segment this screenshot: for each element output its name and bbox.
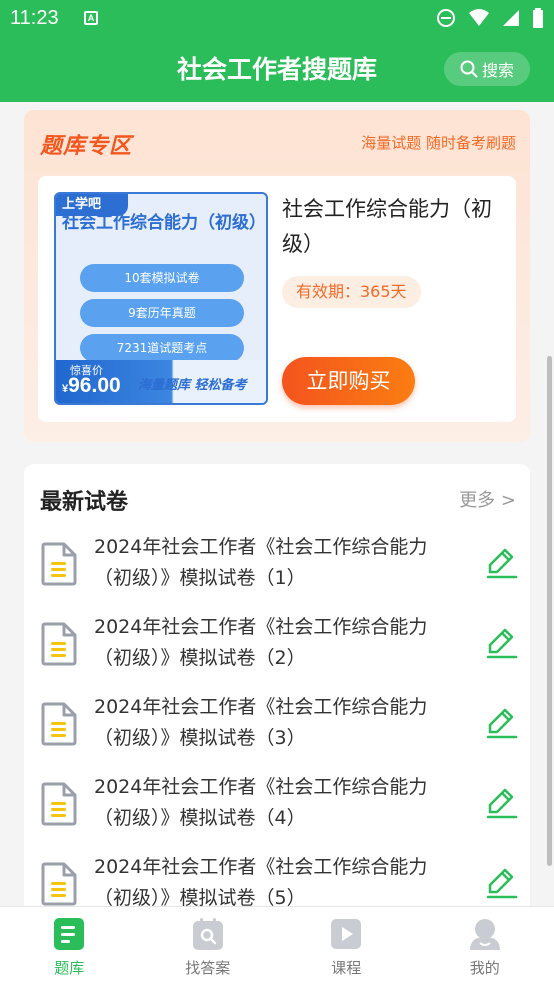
edit-pencil-icon[interactable]	[486, 706, 518, 744]
edit-pencil-icon[interactable]	[486, 546, 518, 584]
paper-row[interactable]: 2024年社会工作者《社会工作综合能力（初级）》模拟试卷（2）	[24, 612, 530, 692]
cover-feature: 9套历年真题	[80, 299, 244, 327]
more-link[interactable]: 更多 >	[459, 486, 516, 512]
paper-row[interactable]: 2024年社会工作者《社会工作综合能力（初级）》模拟试卷（1）	[24, 532, 530, 612]
section-title: 最新试卷	[40, 490, 129, 515]
question-bank-icon	[54, 918, 85, 950]
cover-feature: 7231道试题考点	[80, 334, 244, 362]
scrollbar[interactable]	[547, 356, 552, 866]
edit-pencil-icon[interactable]	[486, 866, 518, 904]
nav-item-question-bank[interactable]: 题库	[0, 907, 139, 984]
nav-label: 找答案	[185, 959, 231, 977]
validity-badge: 有效期：365天	[282, 276, 421, 308]
product-card[interactable]: 上学吧 社会工作综合能力（初级） 10套模拟试卷 9套历年真题 7231道试题考…	[38, 176, 516, 422]
wifi-icon	[469, 9, 489, 26]
cover-feature: 10套模拟试卷	[80, 264, 244, 292]
search-button[interactable]: 搜索	[444, 52, 530, 86]
cover-price-banner: 惊喜价 ¥96.00 海量题库 轻松备考	[56, 360, 266, 403]
app-header: 11:23 A 社会工作者搜题库 搜索	[0, 0, 554, 102]
edit-pencil-icon[interactable]	[486, 786, 518, 824]
course-play-icon	[331, 919, 362, 949]
nav-label: 课程	[331, 959, 362, 977]
bottom-nav: 题库 找答案 课程 我的	[0, 906, 554, 984]
product-name: 社会工作综合能力（初级）	[282, 197, 492, 256]
nav-item-find-answer[interactable]: 找答案	[139, 907, 278, 984]
status-time: 11:23	[10, 7, 59, 29]
document-icon	[40, 542, 78, 590]
paper-title[interactable]: 2024年社会工作者《社会工作综合能力（初级）》模拟试卷（3）	[94, 692, 454, 754]
paper-title[interactable]: 2024年社会工作者《社会工作综合能力（初级）》模拟试卷（2）	[94, 612, 454, 674]
battery-icon	[533, 8, 543, 28]
find-answer-icon	[192, 918, 223, 950]
cover-title: 社会工作综合能力（初级）	[62, 213, 266, 233]
nav-label: 我的	[469, 959, 500, 977]
product-cover[interactable]: 上学吧 社会工作综合能力（初级） 10套模拟试卷 9套历年真题 7231道试题考…	[54, 192, 268, 405]
nav-item-profile[interactable]: 我的	[416, 907, 554, 984]
cover-price: ¥96.00	[62, 374, 121, 397]
paper-title[interactable]: 2024年社会工作者《社会工作综合能力（初级）》模拟试卷（5）	[94, 852, 454, 914]
status-icons	[436, 8, 544, 28]
latest-papers-section: 最新试卷 更多 > 2024年社会工作者《社会工作综合能力（初级）》模拟试卷（1…	[24, 464, 530, 924]
buy-now-button[interactable]: 立即购买	[282, 357, 415, 405]
zone-title: 题库专区	[40, 134, 133, 159]
document-icon	[40, 862, 78, 910]
paper-title[interactable]: 2024年社会工作者《社会工作综合能力（初级）》模拟试卷（4）	[94, 772, 454, 834]
search-button-label: 搜索	[481, 61, 514, 80]
document-icon	[40, 622, 78, 670]
app-notification-icon: A	[84, 11, 98, 25]
nav-label: 题库	[54, 959, 85, 977]
question-bank-zone: 题库专区 海量试题 随时备考刷题 上学吧 社会工作综合能力（初级） 10套模拟试…	[24, 110, 530, 442]
document-icon	[40, 702, 78, 750]
paper-row[interactable]: 2024年社会工作者《社会工作综合能力（初级）》模拟试卷（4）	[24, 772, 530, 852]
do-not-disturb-icon	[437, 9, 455, 27]
edit-pencil-icon[interactable]	[486, 626, 518, 664]
paper-row[interactable]: 2024年社会工作者《社会工作综合能力（初级）》模拟试卷（3）	[24, 692, 530, 772]
document-icon	[40, 782, 78, 830]
zone-slogan: 海量试题 随时备考刷题	[361, 134, 516, 152]
cell-signal-icon	[503, 10, 519, 26]
nav-item-course[interactable]: 课程	[277, 907, 416, 984]
profile-icon	[469, 919, 500, 950]
paper-title[interactable]: 2024年社会工作者《社会工作综合能力（初级）》模拟试卷（1）	[94, 532, 454, 594]
cover-slogan: 海量题库 轻松备考	[138, 378, 247, 393]
status-bar: 11:23 A	[0, 0, 554, 38]
search-icon	[460, 60, 478, 78]
